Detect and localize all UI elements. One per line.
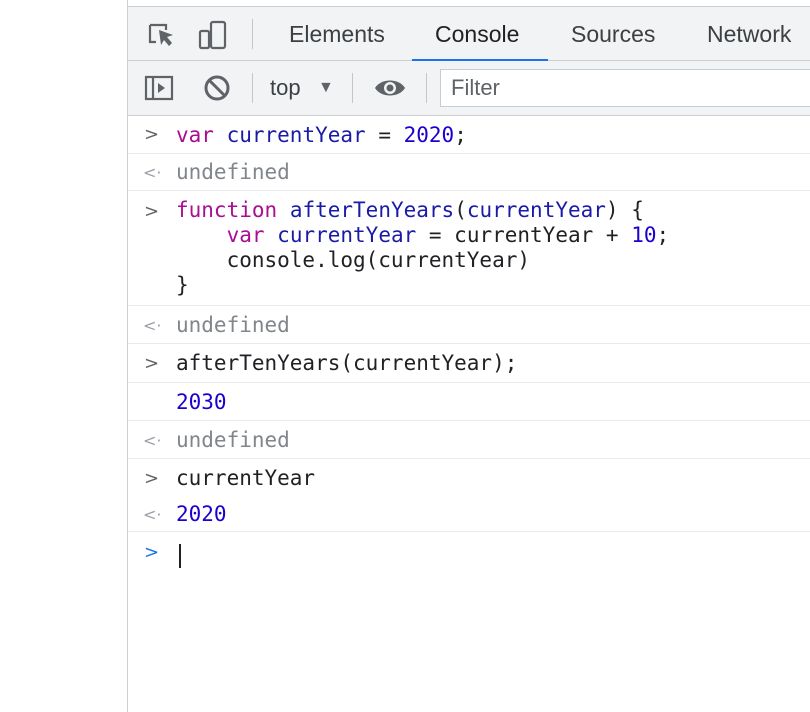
context-selector[interactable]: top — [270, 61, 301, 115]
inspect-element-icon[interactable] — [146, 20, 176, 50]
console-input-entry: > afterTenYears(currentYear); — [128, 344, 810, 383]
console-code: afterTenYears(currentYear); — [176, 351, 518, 375]
filter-input[interactable] — [440, 69, 810, 107]
console-prompt[interactable]: > — [128, 532, 810, 578]
console-input-entry: > function afterTenYears(currentYear) { … — [128, 191, 810, 306]
result-value: undefined — [176, 313, 290, 337]
log-value: 2030 — [176, 390, 227, 414]
console-result-entry: <· undefined — [128, 421, 810, 459]
toolbar-divider — [252, 73, 253, 103]
console-result-entry: <· undefined — [128, 306, 810, 344]
input-chevron-icon: > — [144, 201, 160, 222]
return-arrow-icon: <· — [143, 505, 162, 524]
devtools-panel: Elements Console Sources Network top ▼ F… — [128, 0, 810, 712]
tab-elements[interactable]: Elements — [289, 7, 385, 61]
device-toolbar-icon[interactable] — [198, 20, 228, 50]
return-arrow-icon: <· — [143, 431, 162, 450]
console-code: function afterTenYears(currentYear) { va… — [176, 198, 670, 297]
return-arrow-icon: <· — [143, 163, 162, 182]
eye-icon[interactable] — [373, 73, 405, 103]
console-result-entry: <· undefined — [128, 154, 810, 191]
result-value: undefined — [176, 428, 290, 452]
prompt-chevron-icon: > — [144, 542, 160, 563]
console-input-entry: > var currentYear = 2020; — [128, 116, 810, 154]
input-chevron-icon: > — [144, 353, 160, 374]
result-value: 2020 — [176, 502, 227, 526]
console-result-entry: <· 2020 — [128, 496, 810, 532]
console-code: currentYear — [176, 466, 316, 490]
result-value: undefined — [176, 160, 290, 184]
page-content-area — [0, 0, 127, 712]
toolbar-divider — [426, 73, 427, 103]
return-arrow-icon: <· — [143, 316, 162, 335]
tab-sources[interactable]: Sources — [571, 7, 655, 61]
tab-network[interactable]: Network — [707, 7, 791, 61]
console-log-entry: 2030 — [128, 383, 810, 421]
text-cursor — [179, 544, 181, 568]
toolbar-divider — [352, 73, 353, 103]
console-input-entry: > currentYear — [128, 459, 810, 496]
console-toolbar: top ▼ — [128, 61, 810, 116]
clear-console-icon[interactable] — [202, 73, 232, 103]
devtools-tabbar: Elements Console Sources Network — [128, 6, 810, 62]
console-output: > var currentYear = 2020; <· undefined >… — [128, 116, 810, 578]
toolbar-divider — [252, 19, 253, 49]
input-chevron-icon: > — [144, 124, 160, 145]
console-code: var currentYear = 2020; — [176, 123, 467, 147]
tab-console[interactable]: Console — [435, 7, 519, 61]
show-sidebar-icon[interactable] — [144, 73, 174, 103]
chevron-down-icon[interactable]: ▼ — [318, 61, 334, 115]
input-chevron-icon: > — [144, 468, 160, 489]
